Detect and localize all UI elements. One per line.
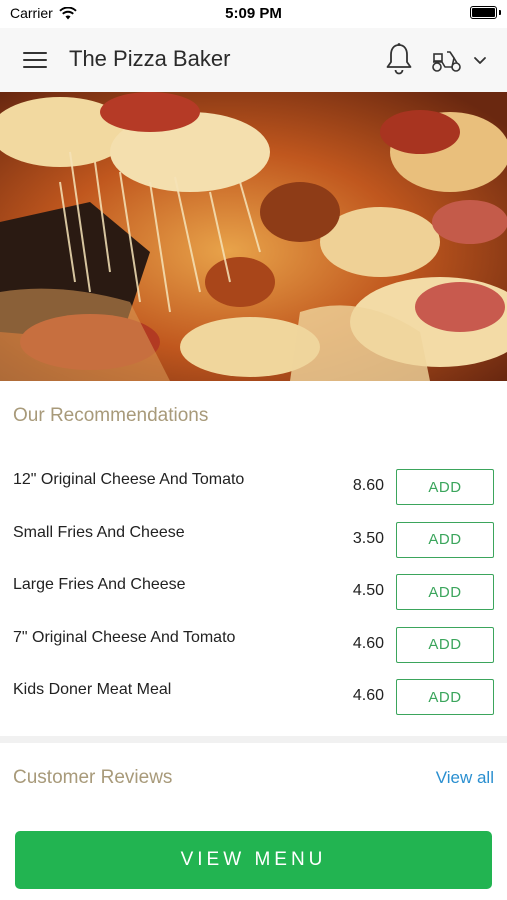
item-price: 4.60 [352,634,384,652]
delivery-scooter-icon[interactable] [430,46,464,74]
add-button[interactable]: ADD [396,574,494,610]
add-button[interactable]: ADD [396,469,494,505]
item-price: 3.50 [352,529,384,547]
list-item: Small Fries And Cheese 3.50 ADD [0,515,507,568]
recommendations-list: 12" Original Cheese And Tomato 8.60 ADD … [0,462,507,725]
nav-bar: The Pizza Baker [0,28,507,92]
list-item: Kids Doner Meat Meal 4.60 ADD [0,672,507,725]
item-name: Large Fries And Cheese [13,576,186,593]
view-all-reviews-link[interactable]: View all [436,768,494,788]
hero-pizza-image [0,92,507,381]
battery-cap [499,10,501,15]
page-title: The Pizza Baker [69,46,231,71]
hamburger-menu-icon[interactable] [20,48,50,72]
item-name: Small Fries And Cheese [13,523,185,541]
add-button[interactable]: ADD [396,521,494,558]
item-name: Kids Doner Meat Meal [13,681,172,698]
view-menu-button[interactable]: VIEW MENU [15,831,492,889]
item-name: 12" Original Cheese And Tomato [13,471,245,488]
add-button[interactable]: ADD [396,679,494,715]
status-bar: Carrier 5:09 PM [0,0,507,28]
list-item: Large Fries And Cheese 4.50 ADD [0,567,507,620]
add-button[interactable]: ADD [396,626,494,663]
battery-icon [470,6,497,19]
list-item: 12" Original Cheese And Tomato 8.60 ADD [0,462,507,515]
status-time: 5:09 PM [225,5,282,22]
item-price: 4.50 [352,582,384,599]
item-name: 7" Original Cheese And Tomato [13,628,236,646]
recommendations-title: Our Recommendations [13,405,209,426]
item-price: 8.60 [352,477,384,494]
bell-icon[interactable] [384,42,414,76]
chevron-down-icon[interactable] [472,53,488,67]
section-divider [0,736,507,743]
item-price: 4.60 [352,687,384,704]
reviews-title: Customer Reviews [13,767,173,788]
list-item: 7" Original Cheese And Tomato 4.60 ADD [0,620,507,673]
